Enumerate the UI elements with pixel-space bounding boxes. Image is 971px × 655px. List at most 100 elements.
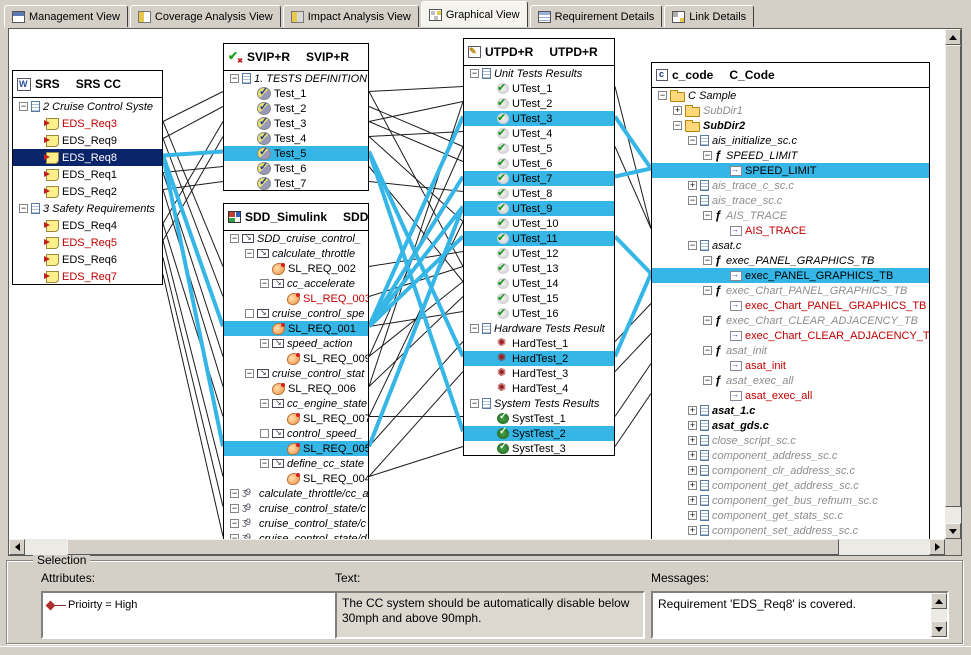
tree-row[interactable]: −exec_Chart_PANEL_GRAPHICS_TB [652,283,929,298]
tree-row[interactable]: UTest_3 [464,111,614,126]
expander-plus-icon[interactable]: + [673,106,682,115]
tree-row[interactable]: exec_PANEL_GRAPHICS_TB [652,268,929,283]
tree-row[interactable]: +asat_1.c [652,403,929,418]
expander-minus-icon[interactable]: − [470,69,479,78]
tree-row[interactable]: UTest_8 [464,186,614,201]
tree-row[interactable]: −exec_Chart_CLEAR_ADJACENCY_TB [652,313,929,328]
tree-row[interactable]: AIS_TRACE [652,223,929,238]
messages-scroll-up-button[interactable] [931,593,947,609]
tree-row[interactable]: +component_set_address_sc.c [652,523,929,538]
vertical-scroll-thumb[interactable] [945,45,961,507]
expander-minus-icon[interactable]: − [470,399,479,408]
tree-row[interactable]: +component_get_bus_refnum_sc.c [652,493,929,508]
scroll-right-button[interactable] [929,539,945,555]
expander-plus-icon[interactable]: + [688,406,697,415]
expander-plus-icon[interactable]: + [688,511,697,520]
expander-minus-icon[interactable]: − [703,376,712,385]
expander-plus-icon[interactable]: + [688,181,697,190]
tree-row[interactable]: −asat.c [652,238,929,253]
expander-minus-icon[interactable]: − [703,256,712,265]
tree-row[interactable]: −3 Safety Requirements [13,200,162,217]
horizontal-scrollbar[interactable] [9,539,945,555]
messages-scroll-down-button[interactable] [931,621,947,637]
expander-minus-icon[interactable]: − [19,204,28,213]
tree-row[interactable]: EDS_Req8 [13,149,162,166]
tree-row[interactable]: UTest_10 [464,216,614,231]
tree-row[interactable]: +component_address_sc.c [652,448,929,463]
tree-row[interactable]: −C Sample [652,88,929,103]
tree-row[interactable]: +asat_gds.c [652,418,929,433]
expander-minus-icon[interactable]: − [260,459,269,468]
tree-row[interactable]: HardTest_3 [464,366,614,381]
tree-row[interactable]: UTest_1 [464,81,614,96]
expander-minus-icon[interactable]: − [688,196,697,205]
tree-row[interactable]: UTest_9 [464,201,614,216]
tree-row[interactable]: Test_3 [224,116,368,131]
expander-plus-icon[interactable]: + [688,421,697,430]
tree-row[interactable]: SL_REQ_006 [224,381,368,396]
tree-row[interactable]: −cc_engine_state [224,396,368,411]
expander-plus-icon[interactable]: + [688,526,697,535]
tree-row[interactable]: UTest_7 [464,171,614,186]
tree-row[interactable]: UTest_13 [464,261,614,276]
tree-row[interactable]: SL_REQ_003 [224,291,368,306]
tree-row[interactable]: asat_exec_all [652,388,929,403]
tree-row[interactable]: SL_REQ_001 [224,321,368,336]
expander-plus-icon[interactable]: + [688,436,697,445]
tree-row[interactable]: EDS_Req4 [13,217,162,234]
tree-row[interactable]: SystTest_1 [464,411,614,426]
tree-row[interactable]: HardTest_2 [464,351,614,366]
vertical-scrollbar[interactable] [945,29,961,539]
tree-row[interactable]: asat_init [652,358,929,373]
tree-row[interactable]: −asat_init [652,343,929,358]
tree-row[interactable]: EDS_Req6 [13,251,162,268]
panel-title-ccode[interactable]: c_codeC_Code [652,63,929,88]
tree-row[interactable]: −cc_accelerate [224,276,368,291]
tree-row[interactable]: SystTest_3 [464,441,614,456]
tree-row[interactable]: +SubDir1 [652,103,929,118]
tree-row[interactable]: SystTest_2 [464,426,614,441]
expander-minus-icon[interactable]: − [703,316,712,325]
messages-scrollbar[interactable] [931,593,947,637]
expander-minus-icon[interactable]: − [260,339,269,348]
checkbox-empty[interactable] [260,429,269,438]
attributes-box[interactable]: Prioirty = High [41,591,337,639]
tree-row[interactable]: −asat_exec_all [652,373,929,388]
messages-box[interactable]: Requirement 'EDS_Req8' is covered. [651,591,949,639]
expander-minus-icon[interactable]: − [230,74,239,83]
tree-row[interactable]: UTest_5 [464,141,614,156]
expander-minus-icon[interactable]: − [688,136,697,145]
tree-row[interactable]: UTest_14 [464,276,614,291]
tree-row[interactable]: UTest_12 [464,246,614,261]
tree-row[interactable]: Test_6 [224,161,368,176]
expander-minus-icon[interactable]: − [703,346,712,355]
tree-row[interactable]: HardTest_4 [464,381,614,396]
tree-row[interactable]: SPEED_LIMIT [652,163,929,178]
tab-requirement-details[interactable]: Requirement Details [530,5,663,27]
tree-row[interactable]: −SPEED_LIMIT [652,148,929,163]
scroll-down-button[interactable] [945,523,961,539]
tree-row[interactable]: +component_clr_address_sc.c [652,463,929,478]
tree-row[interactable]: control_speed_ [224,426,368,441]
tree-row[interactable]: EDS_Req7 [13,268,162,285]
panel-title-svip[interactable]: SVIP+RSVIP+R [224,44,368,71]
tree-row[interactable]: −ais_trace_sc.c [652,193,929,208]
tree-row[interactable]: −cruise_control_state/c [224,501,368,516]
horizontal-scroll-thumb[interactable] [67,539,839,555]
expander-minus-icon[interactable]: − [260,399,269,408]
expander-plus-icon[interactable]: + [688,496,697,505]
tree-row[interactable]: EDS_Req5 [13,234,162,251]
expander-minus-icon[interactable]: − [230,234,239,243]
expander-minus-icon[interactable]: − [230,504,239,513]
graphical-view-canvas[interactable]: SRSSRS CC−2 Cruise Control SysteEDS_Req3… [8,28,962,556]
tree-row[interactable]: −AIS_TRACE [652,208,929,223]
tab-impact-analysis-view[interactable]: Impact Analysis View [283,5,419,27]
tab-link-details[interactable]: Link Details [664,5,754,27]
tree-row[interactable]: SL_REQ_004 [224,471,368,486]
tree-row[interactable]: −speed_action [224,336,368,351]
tree-row[interactable]: −SubDir2 [652,118,929,133]
expander-plus-icon[interactable]: + [688,451,697,460]
panel-title-utpd[interactable]: UTPD+RUTPD+R [464,39,614,66]
tab-graphical-view[interactable]: Graphical View [421,1,528,27]
expander-minus-icon[interactable]: − [703,211,712,220]
